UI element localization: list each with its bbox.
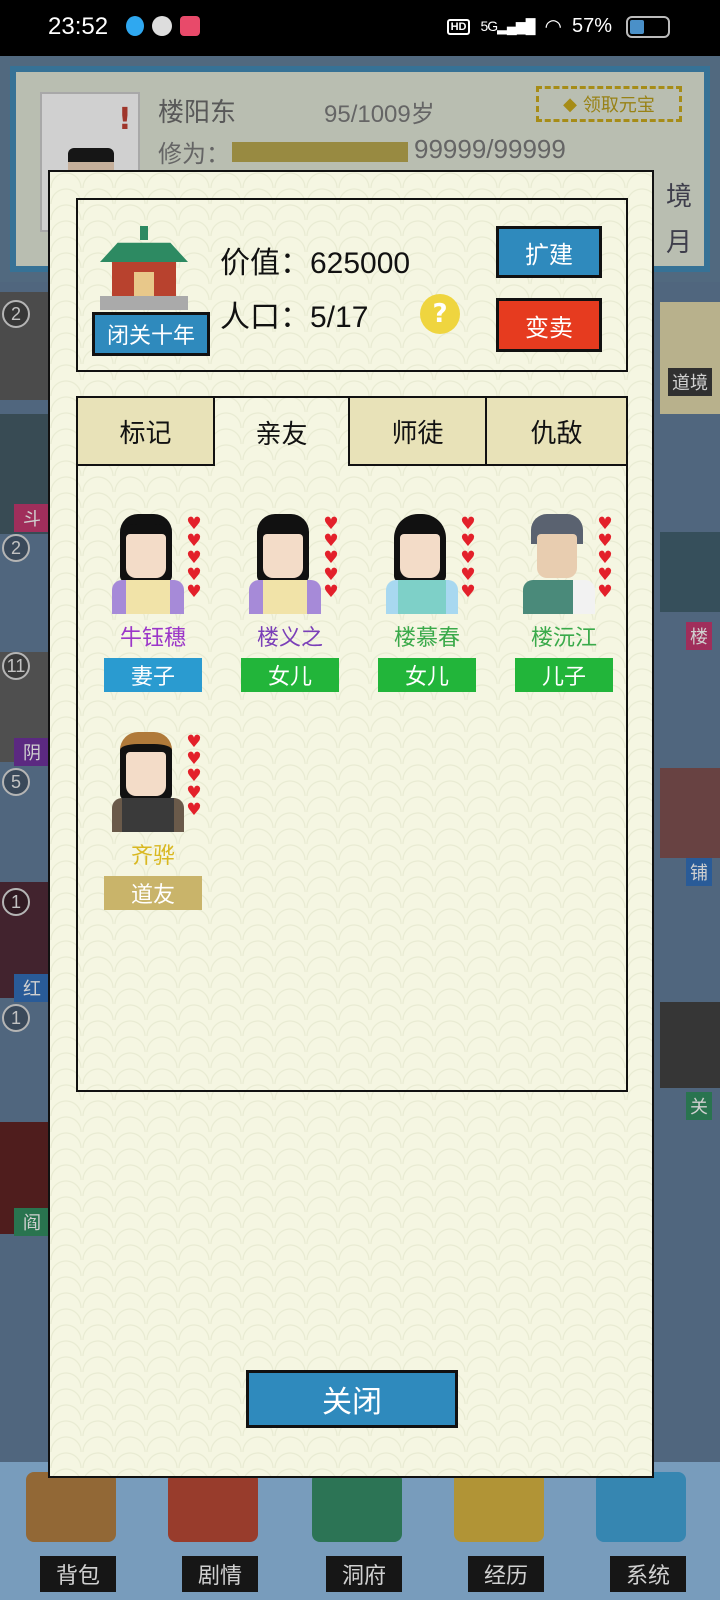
value-label: 价值： [220, 246, 310, 281]
wechat-icon [152, 16, 172, 36]
member-relation: 妻子 [104, 658, 202, 692]
heart-icon: ♥ ♥ ♥ ♥ ♥ [323, 514, 339, 602]
seclusion-ten-years-button[interactable]: 闭关十年 [92, 312, 210, 356]
tab-friends-family[interactable]: 亲友 [213, 398, 350, 466]
member-relation: 女儿 [378, 658, 476, 692]
heart-icon: ♥ ♥ ♥ ♥ ♥ [597, 514, 613, 602]
tab-master-disciple[interactable]: 师徒 [350, 398, 487, 466]
battery-icon [626, 15, 670, 38]
member-relation: 道友 [104, 876, 202, 910]
hd-icon: HD [446, 18, 471, 35]
member-relation: 女儿 [241, 658, 339, 692]
population-amount: 5/17 [310, 301, 369, 334]
member-name: 牛钰穗 [119, 626, 186, 651]
member-card[interactable]: ♥ ♥ ♥ ♥ ♥ 齐骅 道友 [98, 720, 208, 910]
relations-tabs: 标记 亲友 师徒 仇敌 [78, 398, 626, 466]
signal-icon: 5G▂▄▆█ [480, 18, 535, 34]
heart-icon: ♥ ♥ ♥ ♥ ♥ [186, 514, 202, 602]
member-name: 楼慕春 [393, 626, 460, 651]
member-relation: 儿子 [515, 658, 613, 692]
close-button[interactable]: 关闭 [246, 1370, 458, 1428]
member-name: 楼沅江 [530, 626, 597, 651]
member-name: 齐骅 [130, 844, 175, 869]
battery-percent: 57% [571, 15, 612, 37]
tab-marked[interactable]: 标记 [78, 398, 215, 466]
member-portrait: ♥ ♥ ♥ ♥ ♥ [515, 502, 613, 614]
value-amount: 625000 [310, 247, 411, 280]
member-portrait: ♥ ♥ ♥ ♥ ♥ [104, 720, 202, 832]
member-card[interactable]: ♥ ♥ ♥ ♥ ♥ 楼沅江 儿子 [509, 502, 619, 692]
cave-dwelling-dialog: 闭关十年 价值：625000 人口：5/17 ? 扩建 变卖 标记 亲友 师徒 … [48, 170, 654, 1478]
help-icon[interactable]: ? [420, 294, 460, 334]
network-type: 5G [480, 18, 498, 34]
heart-icon: ♥ ♥ ♥ ♥ ♥ [460, 514, 476, 602]
population-stat: 人口：5/17 [220, 292, 368, 336]
member-card[interactable]: ♥ ♥ ♥ ♥ ♥ 楼慕春 女儿 [372, 502, 482, 692]
population-label: 人口： [220, 300, 310, 335]
member-portrait: ♥ ♥ ♥ ♥ ♥ [104, 502, 202, 614]
weibo-icon [180, 16, 200, 36]
member-card[interactable]: ♥ ♥ ♥ ♥ ♥ 牛钰穗 妻子 [98, 502, 208, 692]
heart-icon: ♥ ♥ ♥ ♥ ♥ [186, 732, 202, 820]
member-name: 楼义之 [256, 626, 323, 651]
sell-button[interactable]: 变卖 [496, 298, 602, 352]
value-stat: 价值：625000 [220, 238, 410, 282]
dwelling-icon [94, 224, 194, 314]
member-card[interactable]: ♥ ♥ ♥ ♥ ♥ 楼义之 女儿 [235, 502, 345, 692]
member-portrait: ♥ ♥ ♥ ♥ ♥ [378, 502, 476, 614]
status-time: 23:52 [48, 13, 109, 40]
expand-button[interactable]: 扩建 [496, 226, 602, 278]
qq-icon [126, 16, 144, 36]
relations-panel: 标记 亲友 师徒 仇敌 ♥ ♥ ♥ ♥ ♥ 牛钰穗 妻子 ♥ ♥ ♥ ♥ ♥ 楼义之 [76, 396, 628, 1092]
status-bar: 23:52 HD 5G▂▄▆█ ◠ 57% [0, 0, 720, 56]
dwelling-info-card: 闭关十年 价值：625000 人口：5/17 ? 扩建 变卖 [76, 198, 628, 372]
member-portrait: ♥ ♥ ♥ ♥ ♥ [241, 502, 339, 614]
wifi-icon: ◠ [544, 16, 562, 38]
tab-enemies[interactable]: 仇敌 [487, 398, 626, 466]
status-right: HD 5G▂▄▆█ ◠ 57% [446, 14, 670, 39]
notification-icons [126, 16, 200, 36]
